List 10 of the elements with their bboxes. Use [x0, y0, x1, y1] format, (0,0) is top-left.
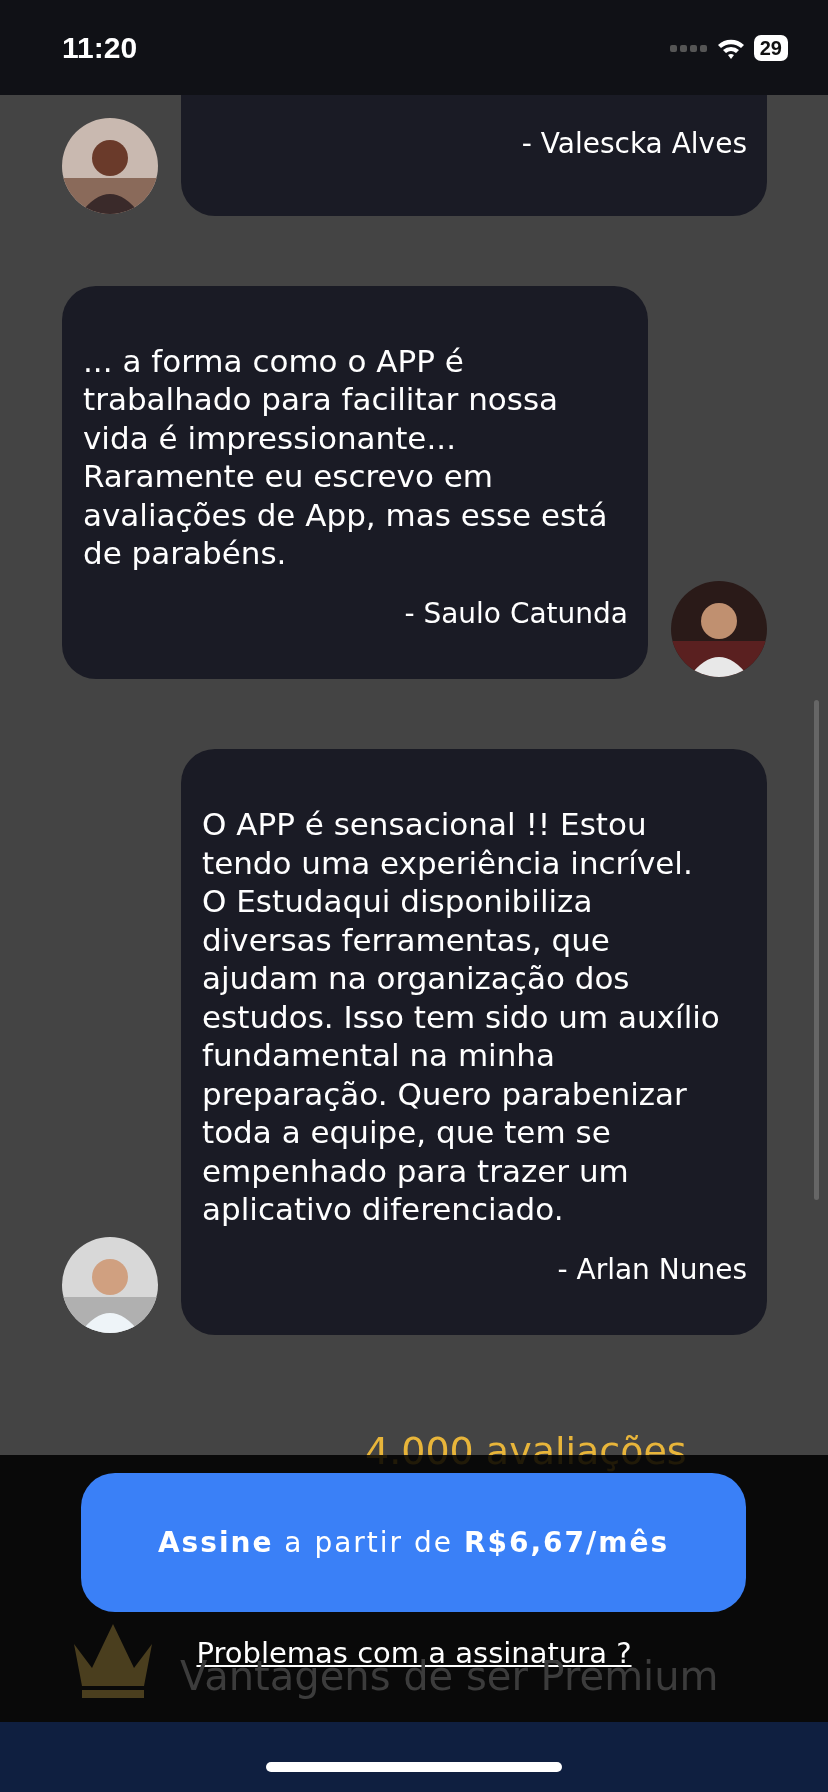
- testimonial-author: - Valescka Alves: [520, 126, 747, 162]
- testimonial-author: - Arlan Nunes: [556, 1251, 747, 1288]
- testimonial-text: ... a forma como o APP é trabalhado para facilitar nossa vida é impressionante... Raramente eu escrevo em avaliações de App, mas esse está de parabéns.: [83, 341, 608, 573]
- battery-level: 29: [753, 34, 788, 61]
- status-time: 11:20: [62, 30, 138, 66]
- testimonial-author: - Saulo Catunda: [403, 595, 628, 632]
- subscribe-button[interactable]: Assine a partir de R$6,67/mês: [81, 1473, 746, 1612]
- testimonial-text: O APP é sensacional !! Estou tendo uma experiência incrível. O Estudaqui disponibiliza diversas ferramentas, que ajudam na organização dos estudos. Isso tem sido um auxílio fundamental na minha preparação. Quero parabenizar toda a equipe, que tem se empenhado para trazer um aplicativo diferenciado.: [202, 805, 721, 1229]
- reviews-count: 4.000 avaliações: [365, 1428, 688, 1475]
- signal-icon: [669, 42, 708, 53]
